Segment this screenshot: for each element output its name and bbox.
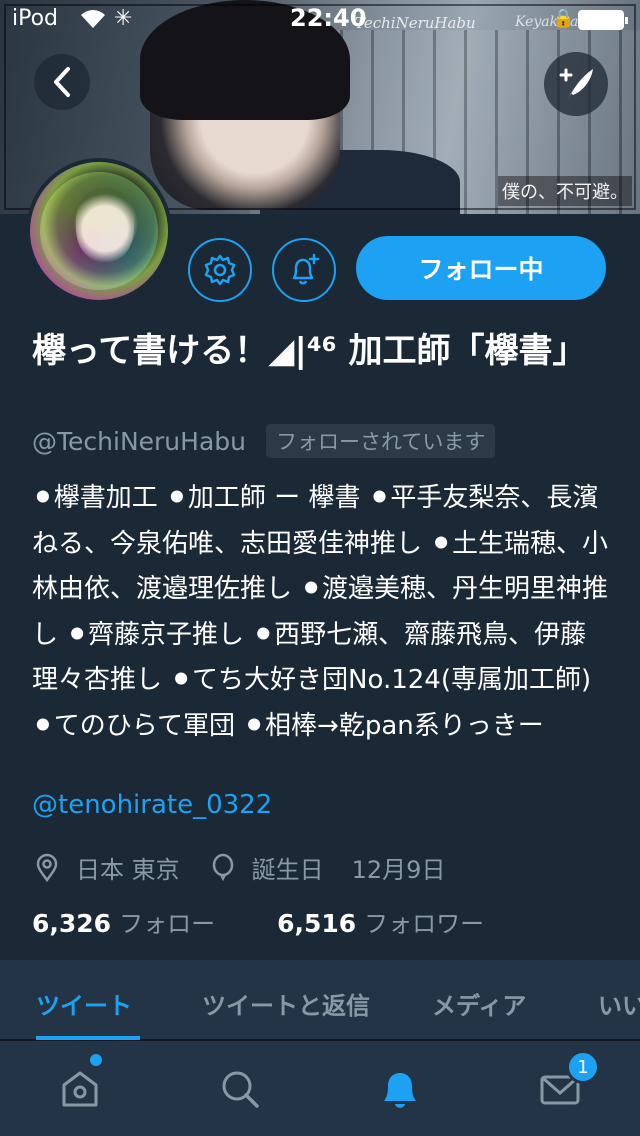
tab-tweets-and-replies[interactable]: ツイートと返信 — [202, 986, 370, 1021]
activity-spinner-icon: ✳ — [114, 6, 133, 31]
back-button[interactable] — [34, 54, 90, 110]
user-handle: @TechiNeruHabu — [32, 426, 246, 456]
profile-location: 日本 東京 — [76, 856, 180, 884]
profile-tabs: ツイート ツイートと返信 メディア いい — [0, 960, 640, 1040]
profile-settings-button[interactable] — [188, 238, 252, 302]
chevron-left-icon — [54, 67, 70, 97]
avatar-color-ring — [40, 172, 158, 290]
followers-count[interactable]: 6,516 — [277, 909, 356, 938]
status-time: 22:40 — [290, 4, 367, 32]
tab-media[interactable]: メディア — [432, 986, 526, 1021]
messages-badge: 1 — [566, 1050, 600, 1084]
birthday-value: 12月9日 — [351, 856, 446, 884]
wifi-icon — [81, 10, 105, 29]
status-bar: iPod ✳ 22:40 🔒 — [0, 0, 640, 40]
profile-meta: 日本 東京 誕生日 12月9日 — [32, 850, 445, 885]
bell-plus-icon — [292, 253, 320, 285]
tab-likes[interactable]: いい — [598, 986, 640, 1021]
nav-home[interactable] — [56, 1065, 104, 1113]
home-icon — [62, 1071, 98, 1107]
profile-bio: ⚫︎欅書加工 ⚫︎加工師 ー 欅書 ⚫︎平手友梨奈、長濱ねる、今泉佑唯、志田愛佳… — [32, 483, 609, 741]
gear-icon — [204, 254, 236, 286]
location-pin-icon — [36, 853, 58, 882]
battery-icon — [578, 10, 628, 30]
tweet-notifications-button[interactable] — [272, 238, 336, 302]
compose-tweet-button[interactable] — [544, 52, 608, 116]
balloon-icon — [212, 853, 233, 881]
followers-label[interactable]: フォロワー — [364, 904, 484, 939]
tab-tweets[interactable]: ツイート — [36, 986, 132, 1021]
search-icon — [222, 1071, 259, 1108]
compose-feather-icon — [559, 68, 593, 101]
birthday-label: 誕生日 — [251, 856, 324, 884]
orientation-lock-icon: 🔒 — [552, 8, 575, 29]
profile-stats: 6,326 フォロー 6,516 フォロワー — [32, 904, 484, 939]
nav-search[interactable] — [216, 1065, 264, 1113]
follows-you-badge: フォローされています — [265, 424, 496, 458]
home-unread-dot — [90, 1054, 102, 1066]
carrier-label: iPod — [12, 6, 59, 31]
display-name: 欅って書ける！◢|⁴⁶ 加工師「欅書」 — [32, 331, 587, 371]
banner-caption: 僕の、不可避。 — [498, 176, 632, 206]
following-count[interactable]: 6,326 — [32, 909, 111, 938]
following-label[interactable]: フォロー — [119, 904, 215, 939]
bio-mention-link[interactable]: @tenohirate_0322 — [32, 790, 272, 820]
nav-notifications[interactable] — [376, 1065, 424, 1113]
handle-row: @TechiNeruHabu フォローされています — [32, 424, 496, 458]
notifications-bell-icon — [384, 1073, 416, 1108]
following-button[interactable]: フォロー中 — [356, 236, 606, 300]
profile-avatar[interactable] — [26, 158, 172, 304]
